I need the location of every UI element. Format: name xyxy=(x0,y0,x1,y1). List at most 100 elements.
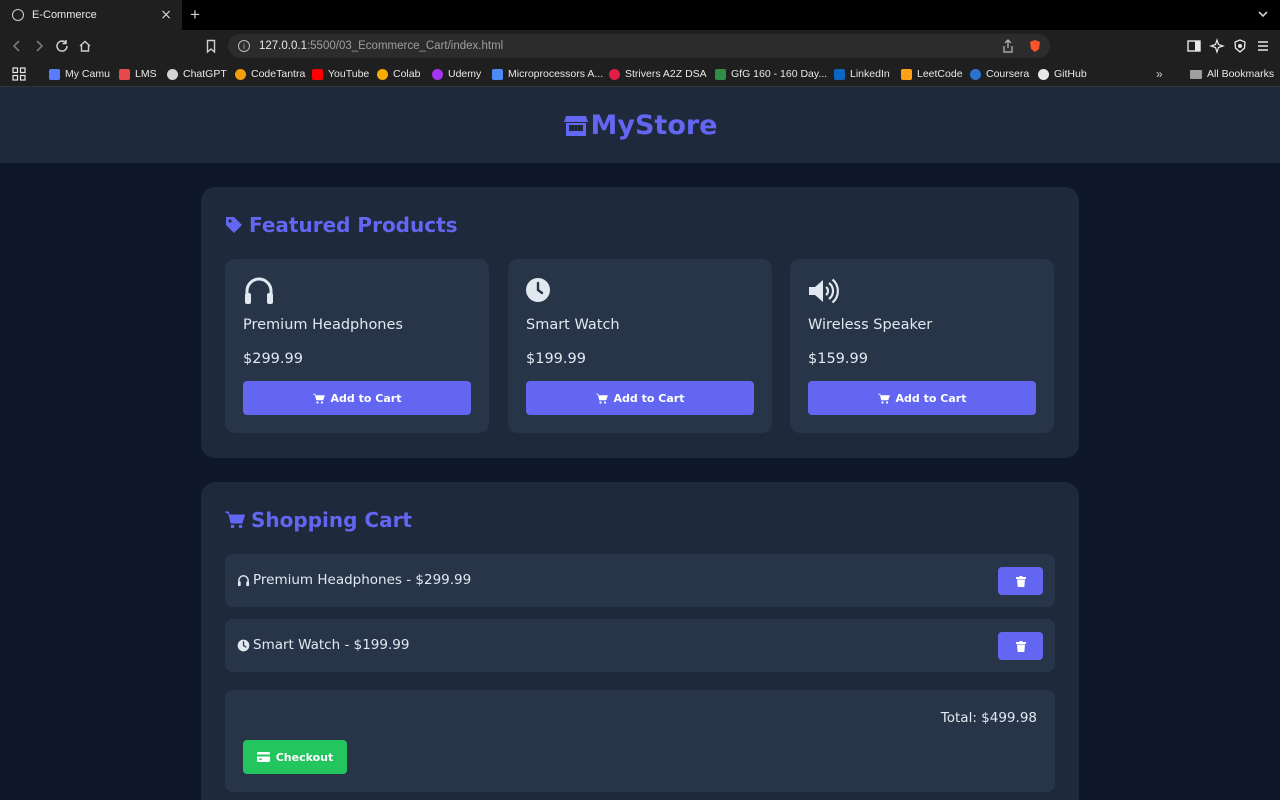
featured-title-text: Featured Products xyxy=(249,213,458,237)
bookmark-favicon-icon xyxy=(901,68,912,80)
remove-item-button[interactable] xyxy=(998,632,1043,660)
cart-summary: Total: $499.98 Checkout xyxy=(225,690,1055,792)
checkout-button[interactable]: Checkout xyxy=(243,740,347,774)
share-icon[interactable] xyxy=(1002,39,1014,53)
bookmark-label: YouTube xyxy=(328,68,370,80)
product-price: $299.99 xyxy=(243,351,303,367)
add-to-cart-label: Add to Cart xyxy=(895,391,967,405)
product-card: Smart Watch $199.99 Add to Cart xyxy=(508,259,772,433)
all-bookmarks-button[interactable]: All Bookmarks xyxy=(1190,68,1274,80)
bookmark-item[interactable]: LMS xyxy=(119,68,157,80)
browser-tab[interactable]: E-Commerce × xyxy=(0,0,182,30)
tab-close-button[interactable]: × xyxy=(160,8,172,22)
bookmark-icon[interactable] xyxy=(203,38,219,54)
tab-title: E-Commerce xyxy=(32,9,97,21)
bookmark-label: Colab xyxy=(393,68,421,80)
bookmark-label: CodeTantra xyxy=(251,68,306,80)
bookmark-label: GfG 160 - 160 Day... xyxy=(731,68,828,80)
add-to-cart-button[interactable]: Add to Cart xyxy=(243,381,471,415)
bookmark-favicon-icon xyxy=(119,68,130,80)
address-bar[interactable]: i 127.0.0.1:5500/03_Ecommerce_Cart/index… xyxy=(228,34,1050,58)
cart-item: Premium Headphones - $299.99 xyxy=(225,554,1055,607)
bookmark-favicon-icon xyxy=(970,68,981,80)
folder-icon xyxy=(1190,69,1202,79)
clock-icon xyxy=(237,639,250,652)
cart-icon xyxy=(595,393,608,404)
cart-total: Total: $499.98 xyxy=(940,710,1037,726)
cart-item: Smart Watch - $199.99 xyxy=(225,619,1055,672)
bookmark-item[interactable]: CodeTantra xyxy=(235,68,305,80)
menu-icon[interactable] xyxy=(1255,38,1271,54)
add-to-cart-button[interactable]: Add to Cart xyxy=(526,381,754,415)
bookmark-label: Microprocessors A... xyxy=(508,68,604,80)
bookmark-favicon-icon xyxy=(609,68,620,80)
url-path: :5500/03_Ecommerce_Cart/index.html xyxy=(306,40,504,52)
home-icon[interactable] xyxy=(77,38,93,54)
bookmark-favicon-icon xyxy=(312,68,323,80)
cart-title: Shopping Cart xyxy=(225,508,412,532)
url-host: 127.0.0.1 xyxy=(259,40,307,52)
clock-icon xyxy=(526,278,550,302)
new-tab-button[interactable]: + xyxy=(190,5,200,25)
bookmark-item[interactable]: Strivers A2Z DSA xyxy=(609,68,707,80)
cart-icon xyxy=(225,511,245,529)
bookmark-item[interactable]: Udemy xyxy=(432,68,481,80)
brave-shield-icon[interactable] xyxy=(1028,39,1042,53)
shopping-cart-section: Shopping Cart Premium Headphones - $299.… xyxy=(201,482,1079,800)
cart-title-text: Shopping Cart xyxy=(251,508,412,532)
bookmark-favicon-icon xyxy=(377,68,388,80)
bookmark-item[interactable]: Coursera xyxy=(970,68,1029,80)
browser-tab-bar: E-Commerce × + xyxy=(0,0,1280,30)
leo-ai-icon[interactable] xyxy=(1209,38,1225,54)
bookmark-item[interactable]: GfG 160 - 160 Day... xyxy=(715,68,827,80)
headphones-icon xyxy=(245,277,273,304)
cart-icon xyxy=(877,393,890,404)
store-icon xyxy=(563,116,588,136)
back-icon[interactable] xyxy=(9,38,25,54)
reload-icon[interactable] xyxy=(54,38,70,54)
product-card: Premium Headphones $299.99 Add to Cart xyxy=(225,259,489,433)
bookmark-item[interactable]: Microprocessors A... xyxy=(492,68,603,80)
info-icon[interactable]: i xyxy=(238,40,250,52)
cart-icon xyxy=(312,393,325,404)
store-name: MyStore xyxy=(590,109,718,141)
bookmark-item[interactable]: My Camu xyxy=(49,68,110,80)
trash-icon xyxy=(1015,575,1026,587)
bookmark-label: LeetCode xyxy=(917,68,963,80)
add-to-cart-button[interactable]: Add to Cart xyxy=(808,381,1036,415)
featured-title: Featured Products xyxy=(225,213,458,237)
bookmark-item[interactable]: ChatGPT xyxy=(167,68,227,80)
headphones-icon xyxy=(237,575,250,587)
product-price: $159.99 xyxy=(808,351,868,367)
trash-icon xyxy=(1015,640,1026,652)
bookmark-label: My Camu xyxy=(65,68,110,80)
product-name: Wireless Speaker xyxy=(808,317,933,333)
product-card: Wireless Speaker $159.99 Add to Cart xyxy=(790,259,1054,433)
sidebar-icon[interactable] xyxy=(1186,38,1202,54)
bookmark-item[interactable]: Colab xyxy=(377,68,420,80)
bookmark-label: LinkedIn xyxy=(850,68,890,80)
product-name: Smart Watch xyxy=(526,317,620,333)
bookmark-label: LMS xyxy=(135,68,157,80)
bookmark-favicon-icon xyxy=(1038,68,1049,80)
product-price: $199.99 xyxy=(526,351,586,367)
remove-item-button[interactable] xyxy=(998,567,1043,595)
vpn-shield-icon[interactable] xyxy=(1232,38,1248,54)
bookmarks-bar: My Camu LMS ChatGPT CodeTantra YouTube C… xyxy=(0,62,1280,87)
all-bookmarks-label: All Bookmarks xyxy=(1207,68,1275,80)
cart-item-text: Smart Watch - $199.99 xyxy=(253,637,410,653)
apps-grid-icon[interactable] xyxy=(12,67,26,81)
product-name: Premium Headphones xyxy=(243,317,403,333)
forward-icon[interactable] xyxy=(31,38,47,54)
browser-toolbar: i 127.0.0.1:5500/03_Ecommerce_Cart/index… xyxy=(0,30,1280,62)
bookmark-item[interactable]: YouTube xyxy=(312,68,369,80)
chevron-down-icon[interactable] xyxy=(1256,7,1270,21)
bookmark-favicon-icon xyxy=(49,68,60,80)
more-bookmarks-button[interactable]: » xyxy=(1156,67,1163,81)
bookmark-item[interactable]: LinkedIn xyxy=(834,68,890,80)
bookmark-item[interactable]: GitHub xyxy=(1038,68,1087,80)
bookmark-label: Strivers A2Z DSA xyxy=(625,68,707,80)
bookmark-favicon-icon xyxy=(432,68,443,80)
bookmark-item[interactable]: LeetCode xyxy=(901,68,963,80)
globe-icon xyxy=(12,9,24,21)
